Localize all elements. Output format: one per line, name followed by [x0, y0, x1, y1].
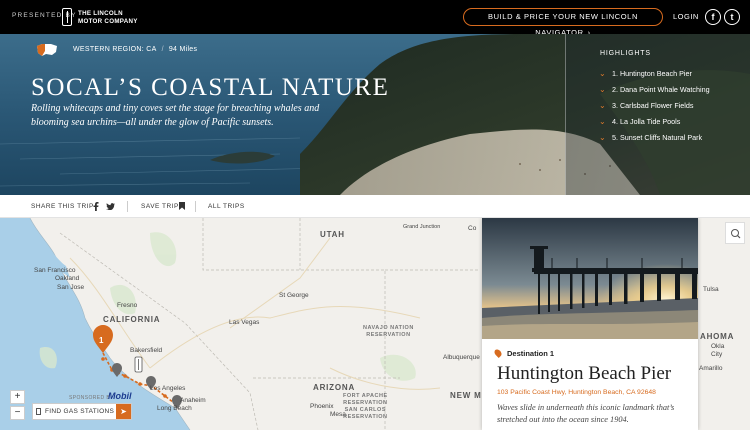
map-label-city: Los Angeles: [150, 385, 186, 392]
locate-arrow-button[interactable]: ➤: [116, 404, 131, 419]
destination-card[interactable]: Destination 1 Huntington Beach Pier 103 …: [482, 218, 698, 430]
highlight-item[interactable]: ⌄ 3. Carlsbad Flower Fields: [599, 97, 710, 113]
lincoln-logo-icon[interactable]: [62, 8, 72, 26]
map-label-city: Long Beach: [157, 405, 192, 412]
twitter-icon[interactable]: t: [724, 9, 740, 25]
map-label-park: NAVAJO NATION RESERVATION: [363, 325, 414, 339]
highlight-label: 3. Carlsbad Flower Fields: [612, 100, 694, 110]
chevron-down-icon: ⌄: [599, 133, 606, 143]
highlight-label: 1. Huntington Beach Pier: [612, 68, 692, 78]
destination-tag-label: Destination 1: [507, 349, 555, 358]
destination-tag: Destination 1: [493, 348, 555, 358]
share-trip-label: SHARE THIS TRIP: [31, 203, 94, 210]
zoom-in-button[interactable]: +: [10, 390, 25, 404]
highlight-item[interactable]: ⌄ 1. Huntington Beach Pier: [599, 65, 710, 81]
park-name: RESERVATION: [343, 400, 388, 406]
hero-banner: WESTERN REGION: CA / 94 Miles SOCAL’S COAS…: [0, 34, 750, 195]
destination-address[interactable]: 103 Pacific Coast Hwy, Huntington Beach,…: [497, 389, 656, 396]
map-label-state: NEW M: [450, 391, 482, 400]
highlight-label: 4. La Jolla Tide Pools: [612, 117, 681, 127]
divider: [195, 201, 196, 212]
map-label-state: AHOMA: [700, 332, 735, 341]
region-separator: /: [161, 46, 164, 53]
find-gas-label: FIND GAS STATIONS: [45, 408, 115, 415]
chevron-down-icon: ⌄: [599, 68, 606, 78]
map-label-city: Phoenix: [310, 403, 334, 410]
park-name: NAVAJO NATION: [363, 325, 414, 331]
twitter-icon[interactable]: [106, 203, 115, 210]
brand-logo-text[interactable]: THE LINCOLN MOTOR COMPANY: [78, 10, 138, 25]
map-label-park: FORT APACHE RESERVATION SAN CARLOS RESER…: [343, 393, 388, 421]
highlight-label: 2. Dana Point Whale Watching: [612, 84, 710, 94]
region-label: WESTERN REGION: CA: [73, 46, 157, 53]
pier-photo: [482, 218, 698, 339]
park-name: FORT APACHE: [343, 393, 388, 399]
map-label-state: UTAH: [320, 230, 345, 239]
park-name: RESERVATION: [343, 414, 388, 420]
map-label-city: Bakersfield: [130, 347, 163, 354]
map-search-button[interactable]: [725, 222, 745, 244]
chevron-down-icon: ⌄: [599, 100, 606, 110]
map-label-city: Tulsa: [703, 286, 719, 293]
trip-region-info: WESTERN REGION: CA / 94 Miles: [73, 46, 197, 53]
map-label-city: Grand Junction: [403, 224, 441, 230]
login-link[interactable]: LOGIN: [673, 12, 699, 21]
highlight-item[interactable]: ⌄ 5. Sunset Cliffs Natural Park: [599, 130, 710, 146]
map-label-city: Albuquerque: [443, 354, 480, 361]
facebook-icon[interactable]: [93, 202, 99, 211]
highlights-list: ⌄ 1. Huntington Beach Pier ⌄ 2. Dana Point…: [599, 65, 710, 146]
map-pin-icon: [493, 348, 503, 358]
chevron-down-icon: ⌄: [599, 84, 606, 94]
top-bar: PRESENTED BY THE LINCOLN MOTOR COMPANY B…: [0, 0, 750, 37]
zoom-out-button[interactable]: −: [10, 406, 25, 420]
map-label-state: CALIFORNIA: [103, 315, 161, 324]
divider: [127, 201, 128, 212]
highlights-title: HIGHLIGHTS: [600, 50, 651, 57]
brand-line-1: THE LINCOLN: [78, 10, 123, 17]
map-label-city: Amarillo: [699, 365, 723, 372]
map-label-city: San Francisco: [34, 267, 76, 274]
bookmark-icon[interactable]: [179, 202, 185, 210]
destination-title[interactable]: Huntington Beach Pier: [497, 363, 671, 385]
map-label-city: Anaheim: [180, 397, 206, 404]
destination-description: Waves slide in underneath this iconic la…: [497, 403, 675, 424]
map-label-city: City: [711, 351, 723, 358]
highlight-item[interactable]: ⌄ 4. La Jolla Tide Pools: [599, 114, 710, 130]
build-and-price-button[interactable]: BUILD & PRICE YOUR NEW LINCOLN NAVIGATOR…: [463, 8, 663, 37]
trip-map[interactable]: UTAH CALIFORNIA ARIZONA NEW M AHOMA San …: [0, 218, 750, 430]
park-name: RESERVATION: [366, 332, 411, 338]
highlight-item[interactable]: ⌄ 2. Dana Point Whale Watching: [599, 81, 710, 97]
map-label-city: Co: [468, 225, 477, 232]
page-title: SOCAL’S COASTAL NATURE: [31, 74, 390, 101]
highlight-label: 5. Sunset Cliffs Natural Park: [612, 133, 703, 143]
all-trips-link[interactable]: ALL TRIPS: [208, 203, 245, 210]
trip-distance: 94 Miles: [168, 46, 198, 53]
gas-pump-icon: [36, 408, 41, 415]
trip-description: Rolling whitecaps and tiny coves set the…: [31, 103, 320, 128]
share-bar: SHARE THIS TRIP SAVE TRIP ALL TRIPS: [0, 195, 750, 218]
map-label-state: ARIZONA: [313, 383, 356, 392]
map-label-city: St George: [279, 292, 309, 299]
save-trip-button[interactable]: SAVE TRIP: [141, 203, 179, 210]
map-label-city: Oakland: [55, 275, 80, 282]
us-map-flag-icon: [37, 44, 57, 56]
map-label-city: Las Vegas: [229, 319, 260, 326]
route-marker-number: 1: [99, 336, 104, 345]
map-label-city: San Jose: [57, 284, 85, 291]
mobil-logo: Mobil: [108, 391, 132, 401]
brand-line-2: MOTOR COMPANY: [78, 17, 138, 25]
map-label-city: Okla: [711, 343, 725, 350]
highlights-panel: HIGHLIGHTS ⌄ 1. Huntington Beach Pier ⌄ 2.…: [565, 34, 750, 195]
park-name: SAN CARLOS: [344, 407, 386, 413]
chevron-down-icon: ⌄: [599, 117, 606, 127]
search-icon: [731, 229, 741, 239]
facebook-icon[interactable]: f: [705, 9, 721, 25]
map-label-city: Fresno: [117, 302, 138, 309]
